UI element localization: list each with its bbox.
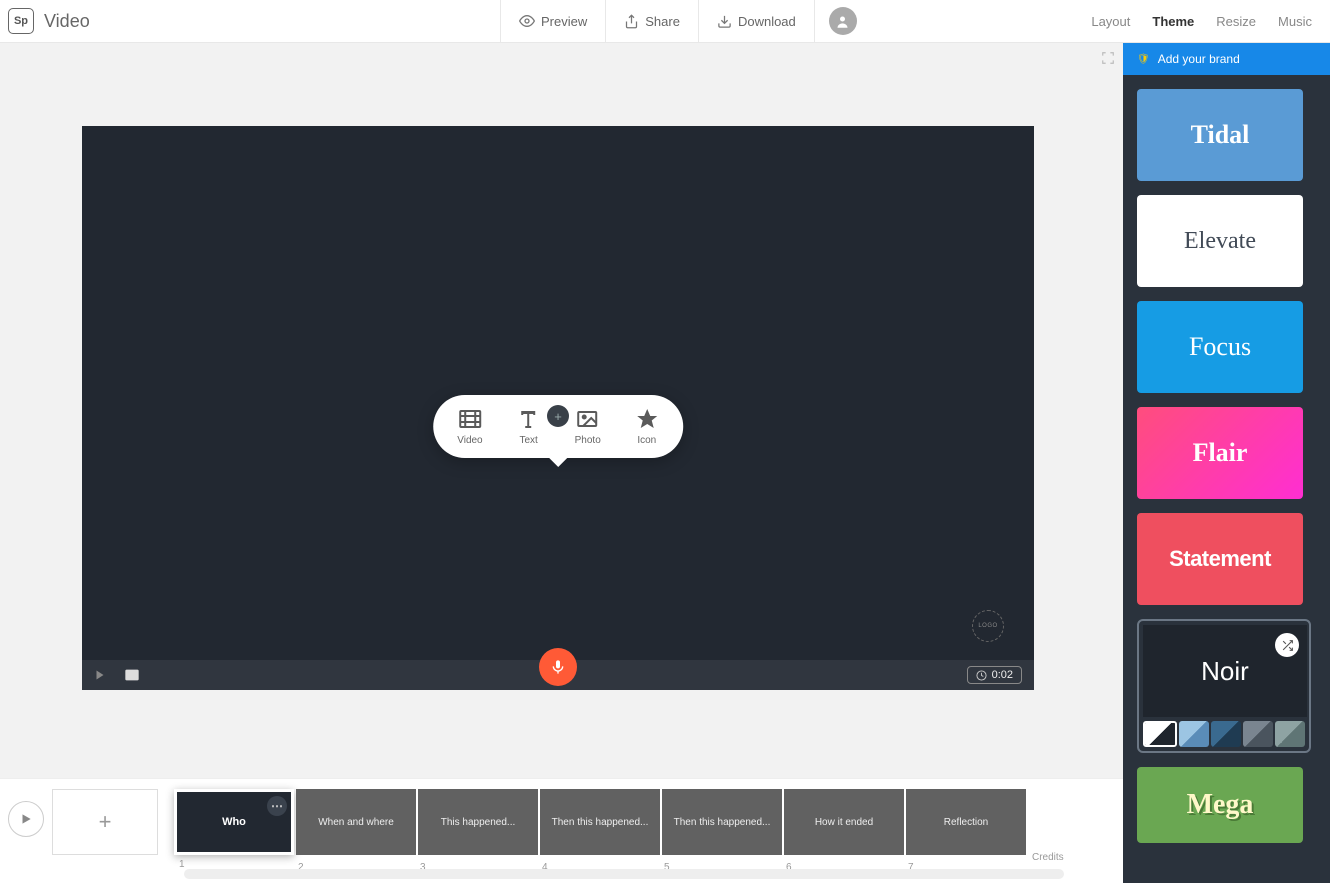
- theme-focus[interactable]: Focus: [1137, 301, 1303, 393]
- canvas-controls: 0:02: [82, 660, 1034, 690]
- timeline-slide[interactable]: When and where2: [296, 789, 416, 855]
- color-swatch[interactable]: [1179, 721, 1209, 747]
- add-slide-button[interactable]: +: [52, 789, 158, 855]
- header-actions: Preview Share Download: [500, 0, 857, 43]
- theme-noir-selected[interactable]: Noir: [1137, 619, 1311, 753]
- add-photo-button[interactable]: Photo: [575, 407, 601, 446]
- nav-theme[interactable]: Theme: [1152, 14, 1194, 29]
- timeline-slide[interactable]: This happened...3: [418, 789, 538, 855]
- download-button[interactable]: Download: [699, 0, 815, 43]
- color-swatch[interactable]: [1243, 721, 1273, 747]
- add-brand-button[interactable]: 🛡 Add your brand: [1123, 43, 1330, 75]
- header-nav: Layout Theme Resize Music: [1091, 14, 1312, 29]
- user-icon: [835, 14, 850, 29]
- text-icon: [517, 407, 541, 431]
- credits-label: Credits: [1032, 852, 1064, 863]
- canvas[interactable]: Video Text Photo Icon + LOGO: [82, 126, 1034, 690]
- share-icon: [624, 14, 639, 29]
- nav-music[interactable]: Music: [1278, 14, 1312, 29]
- theme-statement[interactable]: Statement: [1137, 513, 1303, 605]
- theme-flair[interactable]: Flair: [1137, 407, 1303, 499]
- theme-elevate[interactable]: Elevate: [1137, 195, 1303, 287]
- timeline: + Who⋯1When and where2This happened...3T…: [0, 778, 1123, 883]
- workspace: Video Text Photo Icon + LOGO: [0, 43, 1123, 883]
- add-video-button[interactable]: Video: [457, 407, 482, 446]
- slide-menu-button[interactable]: ⋯: [267, 796, 287, 816]
- account-button[interactable]: [829, 7, 857, 35]
- app-logo[interactable]: Sp: [8, 8, 34, 34]
- timeline-slide[interactable]: Who⋯1: [174, 789, 294, 855]
- theme-tidal[interactable]: Tidal: [1137, 89, 1303, 181]
- shuffle-button[interactable]: [1275, 633, 1299, 657]
- timeline-scrollbar[interactable]: [184, 869, 1064, 879]
- expand-icon[interactable]: [1101, 51, 1115, 70]
- color-swatch[interactable]: [1211, 721, 1241, 747]
- logo-placeholder[interactable]: LOGO: [972, 610, 1004, 642]
- eye-icon: [519, 13, 535, 29]
- photo-icon: [576, 407, 600, 431]
- microphone-icon: [550, 659, 566, 675]
- add-text-button[interactable]: Text: [517, 407, 541, 446]
- play-all-button[interactable]: [8, 801, 44, 837]
- preview-button[interactable]: Preview: [500, 0, 606, 43]
- nav-layout[interactable]: Layout: [1091, 14, 1130, 29]
- duration-button[interactable]: 0:02: [967, 666, 1022, 684]
- timeline-slide[interactable]: Then this happened...5: [662, 789, 782, 855]
- nav-resize[interactable]: Resize: [1216, 14, 1256, 29]
- badge-icon: 🛡: [1137, 54, 1150, 65]
- clock-icon: [976, 670, 987, 681]
- timeline-slide[interactable]: Then this happened...4: [540, 789, 660, 855]
- timeline-slide[interactable]: How it ended6: [784, 789, 904, 855]
- star-icon: [635, 407, 659, 431]
- color-swatch[interactable]: [1143, 721, 1177, 747]
- add-icon-button[interactable]: Icon: [635, 407, 659, 446]
- caption-icon[interactable]: [124, 668, 140, 682]
- add-content-button[interactable]: +: [547, 405, 569, 427]
- record-button[interactable]: [539, 648, 577, 686]
- download-icon: [717, 14, 732, 29]
- project-title-input[interactable]: [44, 11, 244, 32]
- share-button[interactable]: Share: [606, 0, 699, 43]
- theme-mega[interactable]: Mega: [1137, 767, 1303, 843]
- timeline-slide[interactable]: Reflection7: [906, 789, 1026, 855]
- theme-sidebar: 🛡 Add your brand Tidal Elevate Focus Fla…: [1123, 43, 1330, 883]
- color-palette: [1143, 721, 1305, 747]
- color-swatch[interactable]: [1275, 721, 1305, 747]
- play-icon[interactable]: [94, 669, 106, 681]
- shuffle-icon: [1281, 639, 1294, 652]
- video-icon: [458, 407, 482, 431]
- app-header: Sp Preview Share Download Layout Theme R…: [0, 0, 1330, 43]
- play-icon: [19, 812, 33, 826]
